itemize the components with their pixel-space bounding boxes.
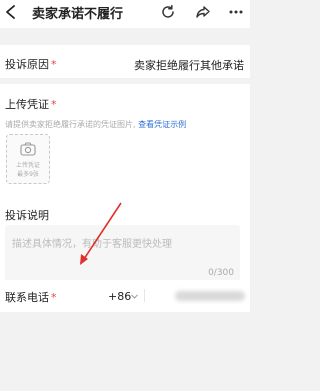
upload-box-limit: 最多9张 xyxy=(17,171,39,178)
divider xyxy=(144,289,145,302)
camera-icon xyxy=(20,142,36,156)
page-title: 卖家承诺不履行 xyxy=(32,7,124,22)
country-code-select[interactable]: +86 xyxy=(108,290,131,303)
top-bar: 卖家承诺不履行 xyxy=(0,0,250,28)
chevron-down-icon[interactable] xyxy=(131,294,138,299)
back-icon[interactable] xyxy=(4,5,18,19)
description-textarea[interactable]: 描述具体情况，有助于客服更快处理 0/300 xyxy=(5,225,240,285)
upload-image-button[interactable]: 上传凭证 最多9张 xyxy=(6,134,50,184)
phone-number-input[interactable] xyxy=(175,291,245,301)
upload-box-label: 上传凭证 xyxy=(15,162,40,169)
more-icon[interactable] xyxy=(228,4,244,20)
description-placeholder: 描述具体情况，有助于客服更快处理 xyxy=(12,239,172,250)
phone-label: 联系电话 * xyxy=(5,291,57,304)
refresh-icon[interactable] xyxy=(160,4,176,20)
reason-label: 投诉原因 * xyxy=(5,58,57,71)
description-label: 投诉说明 xyxy=(5,209,49,222)
reason-value: 卖家拒绝履行其他承诺 xyxy=(134,59,244,72)
upload-hint: 请提供卖家拒绝履行承诺的凭证图片, 查看凭证示例 xyxy=(5,120,187,129)
view-example-link[interactable]: 查看凭证示例 xyxy=(138,120,186,129)
reason-row[interactable]: 投诉原因 * 卖家拒绝履行其他承诺 xyxy=(0,45,250,78)
char-counter: 0/300 xyxy=(208,268,234,278)
share-icon[interactable] xyxy=(195,4,211,20)
page-bottom xyxy=(0,312,250,391)
upload-label: 上传凭证 * xyxy=(5,98,57,111)
